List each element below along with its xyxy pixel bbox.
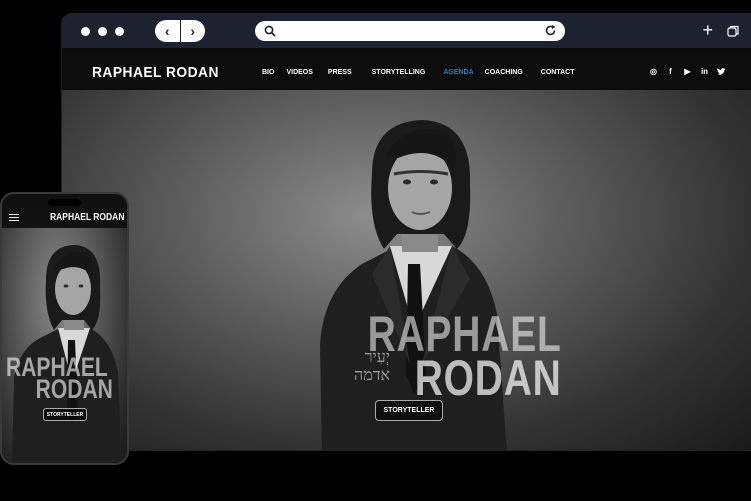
address-bar[interactable] — [255, 21, 565, 41]
menu-item-press[interactable]: PRESS — [328, 69, 352, 76]
youtube-icon[interactable]: ▶ — [683, 67, 692, 76]
hero-hebrew-line1: יְעִיר — [364, 347, 390, 366]
tabs-icon[interactable] — [727, 25, 739, 37]
phone-header: RAPHAEL RODAN — [2, 208, 127, 228]
new-tab-icon[interactable]: + — [702, 21, 713, 39]
linkedin-icon[interactable]: in — [700, 67, 709, 76]
navigation-arrows: ‹ › — [155, 20, 205, 42]
twitter-icon[interactable] — [717, 67, 726, 76]
storyteller-button[interactable]: STORYTELLER — [375, 400, 443, 421]
search-icon — [264, 25, 276, 37]
reload-icon[interactable] — [544, 24, 557, 37]
menu-item-contact[interactable]: CONTACT — [541, 69, 575, 76]
window-dot-minimize[interactable] — [98, 27, 107, 36]
site-header: RAPHAEL RODAN BIO VIDEOS PRESS STORYTELL… — [62, 54, 751, 90]
phone-hero-title: RAPHAEL RODAN — [6, 354, 123, 404]
menu-item-agenda[interactable]: AGENDA — [443, 69, 473, 76]
main-menu: BIO VIDEOS PRESS STORYTELLING AGENDA COA… — [262, 69, 574, 76]
phone-notch — [48, 199, 81, 206]
menu-item-bio[interactable]: BIO — [262, 69, 274, 76]
desktop-browser-mockup: ‹ › + RAPHAEL RODAN BIO VIDEOS PRESS STO… — [62, 14, 751, 450]
facebook-icon[interactable]: f — [666, 67, 675, 76]
menu-item-videos[interactable]: VIDEOS — [286, 69, 312, 76]
window-dot-maximize[interactable] — [115, 27, 124, 36]
phone-storyteller-button[interactable]: STORYTELLER — [43, 408, 87, 421]
phone-logo[interactable]: RAPHAEL RODAN — [50, 212, 124, 223]
phone-title-line2: RODAN — [35, 374, 113, 404]
hero-hebrew-text: יְעִיר אדמה — [320, 348, 390, 384]
forward-arrow-icon[interactable]: › — [181, 20, 206, 42]
hero-hebrew-line2: אדמה — [354, 365, 390, 384]
hero-section: RAPHAEL RODAN יְעִיר אדמה STORYTELLER — [62, 90, 751, 450]
browser-toolbar: ‹ › + — [62, 14, 751, 48]
window-dot-close[interactable] — [81, 27, 90, 36]
social-links: ◎ f ▶ in — [649, 67, 726, 76]
hamburger-menu-icon[interactable] — [9, 214, 19, 223]
site-logo[interactable]: RAPHAEL RODAN — [92, 64, 219, 81]
phone-mockup: RAPHAEL RODAN RAPHAEL RODAN STORYTELLER — [0, 192, 129, 465]
menu-item-coaching[interactable]: COACHING — [485, 69, 523, 76]
back-arrow-icon[interactable]: ‹ — [155, 20, 181, 42]
phone-hero-section: RAPHAEL RODAN STORYTELLER — [2, 228, 127, 463]
instagram-icon[interactable]: ◎ — [649, 67, 658, 76]
menu-item-storytelling[interactable]: STORYTELLING — [372, 69, 426, 76]
